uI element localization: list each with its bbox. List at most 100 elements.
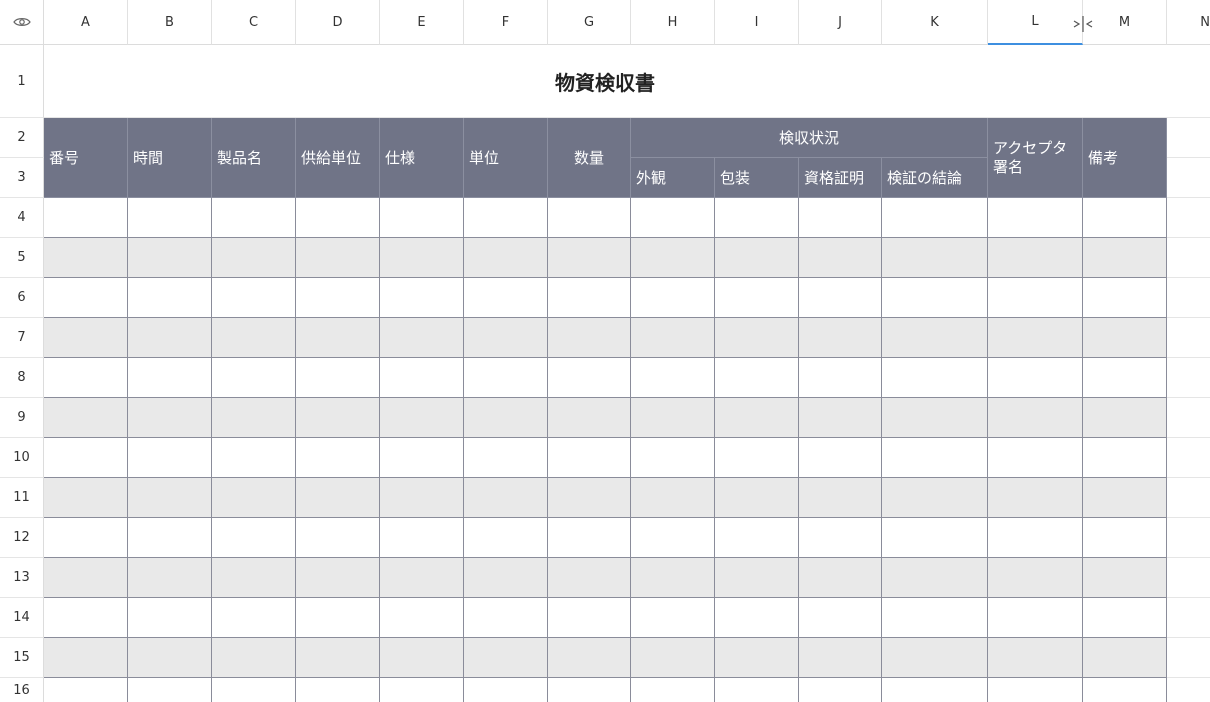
grid-cell[interactable] xyxy=(1083,438,1167,478)
row-header-12[interactable]: 12 xyxy=(0,518,44,558)
grid-cell[interactable] xyxy=(128,478,212,518)
grid-cell[interactable] xyxy=(631,558,715,598)
grid-cell[interactable] xyxy=(715,278,799,318)
empty-cell[interactable] xyxy=(1167,638,1210,678)
grid-cell[interactable] xyxy=(380,358,464,398)
grid-cell[interactable] xyxy=(715,358,799,398)
empty-cell[interactable] xyxy=(1167,558,1210,598)
grid-cell[interactable] xyxy=(799,198,882,238)
grid-cell[interactable] xyxy=(44,278,128,318)
empty-cell[interactable] xyxy=(1166,45,1210,118)
grid-cell[interactable] xyxy=(296,638,380,678)
empty-cell[interactable] xyxy=(1167,438,1210,478)
grid-cell[interactable] xyxy=(548,238,631,278)
eye-icon[interactable] xyxy=(12,16,31,28)
empty-cell[interactable] xyxy=(1167,278,1210,318)
grid-cell[interactable] xyxy=(44,438,128,478)
header-supplier[interactable]: 供給単位 xyxy=(296,118,380,198)
grid-cell[interactable] xyxy=(882,518,988,558)
grid-cell[interactable] xyxy=(44,518,128,558)
grid-cell[interactable] xyxy=(44,638,128,678)
grid-cell[interactable] xyxy=(548,198,631,238)
grid-cell[interactable] xyxy=(212,198,296,238)
grid-cell[interactable] xyxy=(296,598,380,638)
grid-cell[interactable] xyxy=(715,398,799,438)
grid-cell[interactable] xyxy=(128,198,212,238)
header-acceptor-sign[interactable]: アクセプタ 署名 xyxy=(988,118,1083,198)
grid-cell[interactable] xyxy=(128,438,212,478)
grid-cell[interactable] xyxy=(715,558,799,598)
grid-cell[interactable] xyxy=(799,598,882,638)
grid-cell[interactable] xyxy=(128,278,212,318)
grid-cell[interactable] xyxy=(631,438,715,478)
grid-cell[interactable] xyxy=(799,318,882,358)
grid-cell[interactable] xyxy=(380,518,464,558)
header-certificate[interactable]: 資格証明 xyxy=(799,158,882,198)
empty-cell[interactable] xyxy=(1167,478,1210,518)
column-header-i[interactable]: I xyxy=(715,0,799,45)
grid-cell[interactable] xyxy=(44,238,128,278)
column-header-n[interactable]: N xyxy=(1167,0,1210,45)
grid-cell[interactable] xyxy=(882,598,988,638)
grid-cell[interactable] xyxy=(631,318,715,358)
empty-cell[interactable] xyxy=(1167,158,1210,198)
grid-cell[interactable] xyxy=(715,598,799,638)
grid-cell[interactable] xyxy=(1083,398,1167,438)
grid-cell[interactable] xyxy=(212,558,296,598)
grid-cell[interactable] xyxy=(212,238,296,278)
row-header-11[interactable]: 11 xyxy=(0,478,44,518)
grid-cell[interactable] xyxy=(799,678,882,702)
row-header-1[interactable]: 1 xyxy=(0,45,44,118)
grid-cell[interactable] xyxy=(296,398,380,438)
grid-cell[interactable] xyxy=(1083,518,1167,558)
column-header-l[interactable]: L xyxy=(988,0,1083,45)
grid-cell[interactable] xyxy=(715,638,799,678)
empty-cell[interactable] xyxy=(1167,358,1210,398)
grid-cell[interactable] xyxy=(44,478,128,518)
grid-cell[interactable] xyxy=(464,398,548,438)
grid-cell[interactable] xyxy=(631,518,715,558)
grid-cell[interactable] xyxy=(212,678,296,702)
column-header-e[interactable]: E xyxy=(380,0,464,45)
row-header-13[interactable]: 13 xyxy=(0,558,44,598)
grid-cell[interactable] xyxy=(296,318,380,358)
column-header-f[interactable]: F xyxy=(464,0,548,45)
header-spec[interactable]: 仕様 xyxy=(380,118,464,198)
grid-cell[interactable] xyxy=(1083,358,1167,398)
grid-cell[interactable] xyxy=(212,638,296,678)
grid-cell[interactable] xyxy=(464,198,548,238)
grid-cell[interactable] xyxy=(1083,278,1167,318)
header-packaging[interactable]: 包装 xyxy=(715,158,799,198)
empty-cell[interactable] xyxy=(1167,398,1210,438)
empty-cell[interactable] xyxy=(1167,238,1210,278)
grid-cell[interactable] xyxy=(799,438,882,478)
grid-cell[interactable] xyxy=(799,358,882,398)
row-header-3[interactable]: 3 xyxy=(0,158,44,198)
grid-cell[interactable] xyxy=(882,238,988,278)
empty-cell[interactable] xyxy=(1167,318,1210,358)
grid-cell[interactable] xyxy=(128,558,212,598)
row-header-2[interactable]: 2 xyxy=(0,118,44,158)
grid-cell[interactable] xyxy=(1083,678,1167,702)
grid-cell[interactable] xyxy=(380,278,464,318)
grid-cell[interactable] xyxy=(380,558,464,598)
grid-cell[interactable] xyxy=(464,558,548,598)
grid-cell[interactable] xyxy=(882,638,988,678)
grid-cell[interactable] xyxy=(715,518,799,558)
grid-cell[interactable] xyxy=(296,558,380,598)
grid-cell[interactable] xyxy=(464,238,548,278)
row-header-15[interactable]: 15 xyxy=(0,638,44,678)
grid-cell[interactable] xyxy=(212,598,296,638)
grid-cell[interactable] xyxy=(548,438,631,478)
grid-cell[interactable] xyxy=(380,598,464,638)
grid-cell[interactable] xyxy=(296,278,380,318)
grid-cell[interactable] xyxy=(44,198,128,238)
grid-cell[interactable] xyxy=(548,398,631,438)
row-header-4[interactable]: 4 xyxy=(0,198,44,238)
sheet-title[interactable]: 物資検収書 xyxy=(44,45,1166,118)
grid-cell[interactable] xyxy=(380,478,464,518)
header-product[interactable]: 製品名 xyxy=(212,118,296,198)
empty-cell[interactable] xyxy=(1167,198,1210,238)
grid-cell[interactable] xyxy=(212,278,296,318)
column-header-h[interactable]: H xyxy=(631,0,715,45)
